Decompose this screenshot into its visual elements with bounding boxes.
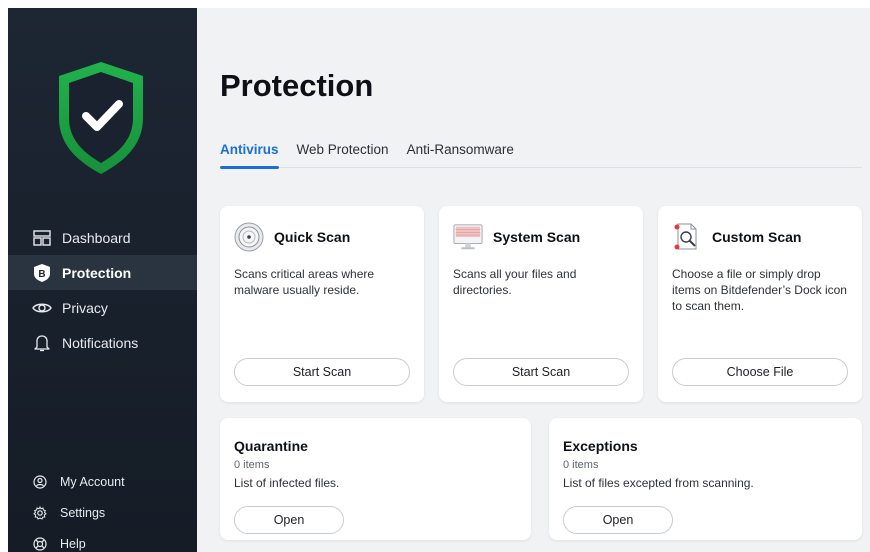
- quick-scan-title: Quick Scan: [274, 229, 351, 245]
- bottom-nav: My Account Settings Help: [8, 466, 197, 552]
- tab-antivirus[interactable]: Antivirus: [220, 140, 279, 169]
- quick-scan-desc: Scans critical areas where malware usual…: [234, 267, 375, 297]
- exceptions-title: Exceptions: [563, 438, 638, 454]
- quarantine-title: Quarantine: [234, 438, 308, 454]
- system-scan-card: System Scan Scans all your files and dir…: [439, 206, 643, 402]
- system-scan-icon: [453, 222, 483, 252]
- nav-label-dashboard: Dashboard: [62, 229, 131, 246]
- nav-label-settings: Settings: [60, 505, 106, 520]
- nav-item-dashboard[interactable]: Dashboard: [8, 220, 197, 255]
- nav-label-privacy: Privacy: [62, 299, 108, 316]
- nav-label-protection: Protection: [62, 264, 132, 281]
- nav-label-notifications: Notifications: [62, 334, 139, 351]
- bitdefender-b-icon: B: [32, 263, 52, 283]
- svg-text:B: B: [38, 269, 45, 280]
- system-scan-desc: Scans all your files and directories.: [453, 267, 577, 297]
- shield-check-icon: [53, 58, 149, 178]
- nav-item-protection[interactable]: B Protection: [8, 255, 197, 290]
- account-icon: [32, 474, 48, 490]
- exceptions-count: 0 items: [563, 459, 599, 471]
- custom-scan-title: Custom Scan: [712, 229, 802, 245]
- exceptions-desc: List of files excepted from scanning.: [563, 476, 754, 490]
- choose-file-button[interactable]: Choose File: [672, 358, 848, 386]
- tab-web-protection[interactable]: Web Protection: [297, 140, 389, 168]
- quarantine-card: Quarantine 0 items List of infected file…: [220, 418, 531, 540]
- eye-icon: [32, 298, 52, 318]
- nav-item-privacy[interactable]: Privacy: [8, 290, 197, 325]
- custom-scan-card: Custom Scan Choose a file or simply drop…: [658, 206, 862, 402]
- exceptions-open-button[interactable]: Open: [563, 506, 673, 534]
- app-window: Dashboard B Protection Privacy Notificat…: [8, 8, 870, 552]
- nav-item-my-account[interactable]: My Account: [8, 466, 197, 497]
- nav-item-notifications[interactable]: Notifications: [8, 325, 197, 360]
- sidebar: Dashboard B Protection Privacy Notificat…: [8, 8, 197, 552]
- help-icon: [32, 536, 48, 552]
- bell-icon: [32, 333, 52, 353]
- dashboard-icon: [32, 228, 52, 248]
- main-panel: Protection Antivirus Web Protection Anti…: [197, 8, 870, 552]
- exceptions-card: Exceptions 0 items List of files excepte…: [549, 418, 862, 540]
- nav-label-my-account: My Account: [60, 474, 125, 489]
- quarantine-desc: List of infected files.: [234, 476, 340, 490]
- quarantine-open-button[interactable]: Open: [234, 506, 344, 534]
- custom-scan-desc: Choose a file or simply drop items on Bi…: [672, 267, 847, 313]
- quick-scan-start-button[interactable]: Start Scan: [234, 358, 410, 386]
- main-nav: Dashboard B Protection Privacy Notificat…: [8, 220, 197, 360]
- gear-icon: [32, 505, 48, 521]
- custom-scan-icon: [672, 222, 702, 252]
- page-title: Protection: [220, 68, 374, 103]
- quarantine-count: 0 items: [234, 459, 270, 471]
- system-scan-start-button[interactable]: Start Scan: [453, 358, 629, 386]
- nav-item-settings[interactable]: Settings: [8, 497, 197, 528]
- quick-scan-icon: [234, 222, 264, 252]
- nav-label-help: Help: [60, 536, 86, 551]
- quick-scan-card: Quick Scan Scans critical areas where ma…: [220, 206, 424, 402]
- system-scan-title: System Scan: [493, 229, 581, 245]
- nav-item-help[interactable]: Help: [8, 528, 197, 552]
- tab-anti-ransomware[interactable]: Anti-Ransomware: [407, 140, 514, 168]
- tab-bar: Antivirus Web Protection Anti-Ransomware: [220, 140, 862, 169]
